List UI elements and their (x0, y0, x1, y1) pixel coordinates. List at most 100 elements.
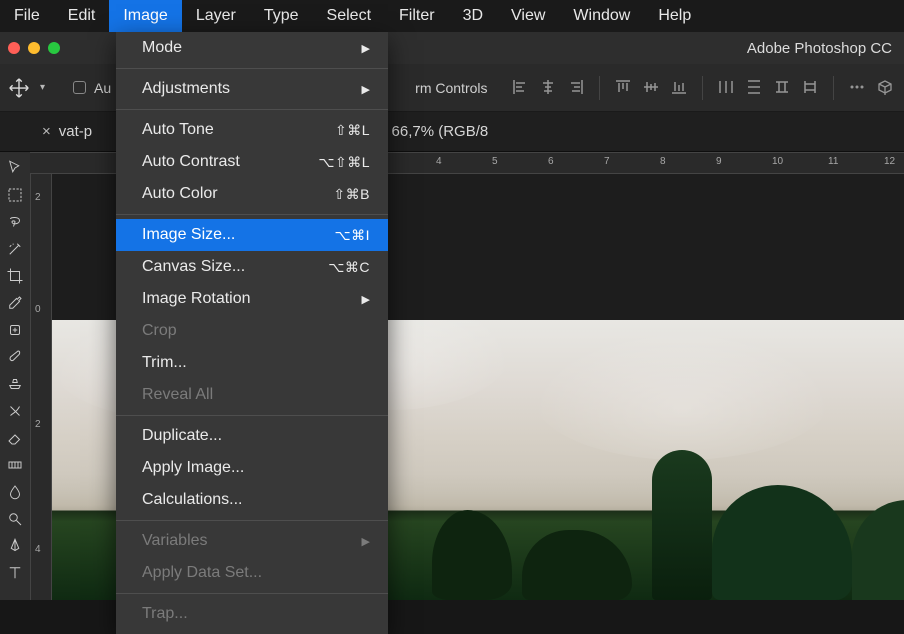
ruler-h-tick: 12 (884, 156, 895, 167)
distribute-v-icon[interactable] (743, 76, 765, 98)
menu-item-duplicate[interactable]: Duplicate... (116, 420, 388, 452)
app-title: Adobe Photoshop CC (747, 40, 892, 57)
menu-image[interactable]: Image (109, 0, 181, 32)
submenu-arrow-icon: ▶ (362, 293, 370, 306)
menu-select[interactable]: Select (313, 0, 385, 32)
menu-item-auto-color[interactable]: Auto Color ⇧⌘B (116, 178, 388, 210)
menu-item-label: Auto Tone (142, 121, 214, 139)
menu-item-shortcut: ⌥⌘I (334, 227, 370, 244)
distribute-spacing-v-icon[interactable] (799, 76, 821, 98)
distribute-spacing-h-icon[interactable] (771, 76, 793, 98)
dodge-tool[interactable] (0, 505, 30, 532)
align-top-icon[interactable] (612, 76, 634, 98)
ruler-h-tick: 4 (436, 156, 442, 167)
move-tool-icon[interactable] (8, 77, 30, 99)
menu-layer[interactable]: Layer (182, 0, 250, 32)
maximize-window-button[interactable] (48, 42, 60, 54)
menu-help[interactable]: Help (644, 0, 705, 32)
align-hcenter-icon[interactable] (537, 76, 559, 98)
type-tool[interactable] (0, 559, 30, 586)
menu-item-shortcut: ⇧⌘B (333, 186, 370, 203)
menu-item-trim[interactable]: Trim... (116, 347, 388, 379)
menu-item-mode[interactable]: Mode▶ (116, 32, 388, 64)
menu-file[interactable]: File (0, 0, 54, 32)
eyedropper-tool[interactable] (0, 289, 30, 316)
minimize-window-button[interactable] (28, 42, 40, 54)
3d-mode-icon[interactable] (874, 76, 896, 98)
menu-item-shortcut: ⌥⇧⌘L (318, 154, 370, 171)
menu-view[interactable]: View (497, 0, 559, 32)
menu-item-canvas-size[interactable]: Canvas Size...⌥⌘C (116, 251, 388, 283)
ruler-v-tick: 4 (35, 544, 41, 555)
menu-window[interactable]: Window (559, 0, 644, 32)
menu-item-label: Adjustments (142, 80, 230, 98)
pen-tool[interactable] (0, 532, 30, 559)
close-window-button[interactable] (8, 42, 20, 54)
menu-item-label: Trap... (142, 605, 188, 623)
auto-select-checkbox[interactable] (73, 81, 86, 94)
menu-item-crop: Crop (116, 315, 388, 347)
magic-wand-tool[interactable] (0, 235, 30, 262)
menu-item-label: Variables (142, 532, 208, 550)
align-vcenter-icon[interactable] (640, 76, 662, 98)
align-left-icon[interactable] (509, 76, 531, 98)
move-tool[interactable] (0, 154, 30, 181)
ruler-vertical[interactable]: 2024 (30, 174, 52, 600)
close-tab-icon[interactable]: × (42, 123, 51, 140)
submenu-arrow-icon: ▶ (362, 535, 370, 548)
align-buttons-group (509, 76, 896, 100)
eraser-tool[interactable] (0, 424, 30, 451)
gradient-tool[interactable] (0, 451, 30, 478)
menu-item-image-rotation[interactable]: Image Rotation▶ (116, 283, 388, 315)
history-brush-tool[interactable] (0, 397, 30, 424)
menu-item-label: Image Size... (142, 226, 235, 244)
clone-stamp-tool[interactable] (0, 370, 30, 397)
align-bottom-icon[interactable] (668, 76, 690, 98)
align-right-icon[interactable] (565, 76, 587, 98)
menu-item-shortcut: ⌥⌘C (328, 259, 370, 276)
image-content (852, 500, 904, 600)
menu-filter[interactable]: Filter (385, 0, 449, 32)
more-options-icon[interactable] (846, 76, 868, 98)
menu-separator (116, 214, 388, 215)
menu-item-adjustments[interactable]: Adjustments ▶ (116, 73, 388, 105)
menu-item-calculations[interactable]: Calculations... (116, 484, 388, 516)
menu-item-auto-contrast[interactable]: Auto Contrast ⌥⇧⌘L (116, 146, 388, 178)
blur-tool[interactable] (0, 478, 30, 505)
image-menu-dropdown: Mode▶Adjustments▶Auto Tone⇧⌘LAuto Contra… (116, 32, 388, 634)
image-content (652, 450, 712, 600)
menu-item-reveal-all: Reveal All (116, 379, 388, 411)
lasso-tool[interactable] (0, 208, 30, 235)
menu-item-label: Trim... (142, 354, 187, 372)
ruler-h-tick: 8 (660, 156, 666, 167)
image-content (522, 530, 632, 600)
menu-item-variables: Variables ▶ (116, 525, 388, 557)
menu-item-label: Auto Color (142, 185, 218, 203)
distribute-h-icon[interactable] (715, 76, 737, 98)
crop-tool[interactable] (0, 262, 30, 289)
submenu-arrow-icon: ▶ (362, 83, 370, 96)
menu-item-label: Crop (142, 322, 177, 340)
menu-3d[interactable]: 3D (449, 0, 497, 32)
menu-item-apply-image[interactable]: Apply Image... (116, 452, 388, 484)
tools-panel (0, 152, 30, 600)
brush-tool[interactable] (0, 343, 30, 370)
menu-item-label: Mode (142, 39, 182, 57)
menu-item-label: Auto Contrast (142, 153, 240, 171)
marquee-tool[interactable] (0, 181, 30, 208)
menu-item-label: Calculations... (142, 491, 243, 509)
document-tab-filename[interactable]: vat-p (59, 123, 92, 140)
ruler-v-tick: 0 (35, 304, 41, 315)
menu-edit[interactable]: Edit (54, 0, 110, 32)
separator (833, 76, 834, 100)
chevron-down-icon[interactable]: ▾ (40, 82, 45, 93)
image-content (532, 330, 832, 460)
menu-item-image-size[interactable]: Image Size... ⌥⌘I (116, 219, 388, 251)
menu-item-shortcut: ⇧⌘L (335, 122, 370, 139)
menu-type[interactable]: Type (250, 0, 313, 32)
show-transform-controls-label: rm Controls (415, 80, 487, 96)
spot-healing-tool[interactable] (0, 316, 30, 343)
menu-item-auto-tone[interactable]: Auto Tone ⇧⌘L (116, 114, 388, 146)
system-menubar: FileEditImageLayerTypeSelectFilter3DView… (0, 0, 904, 32)
document-zoom-colormode: @ 66,7% (RGB/8 (372, 123, 488, 140)
